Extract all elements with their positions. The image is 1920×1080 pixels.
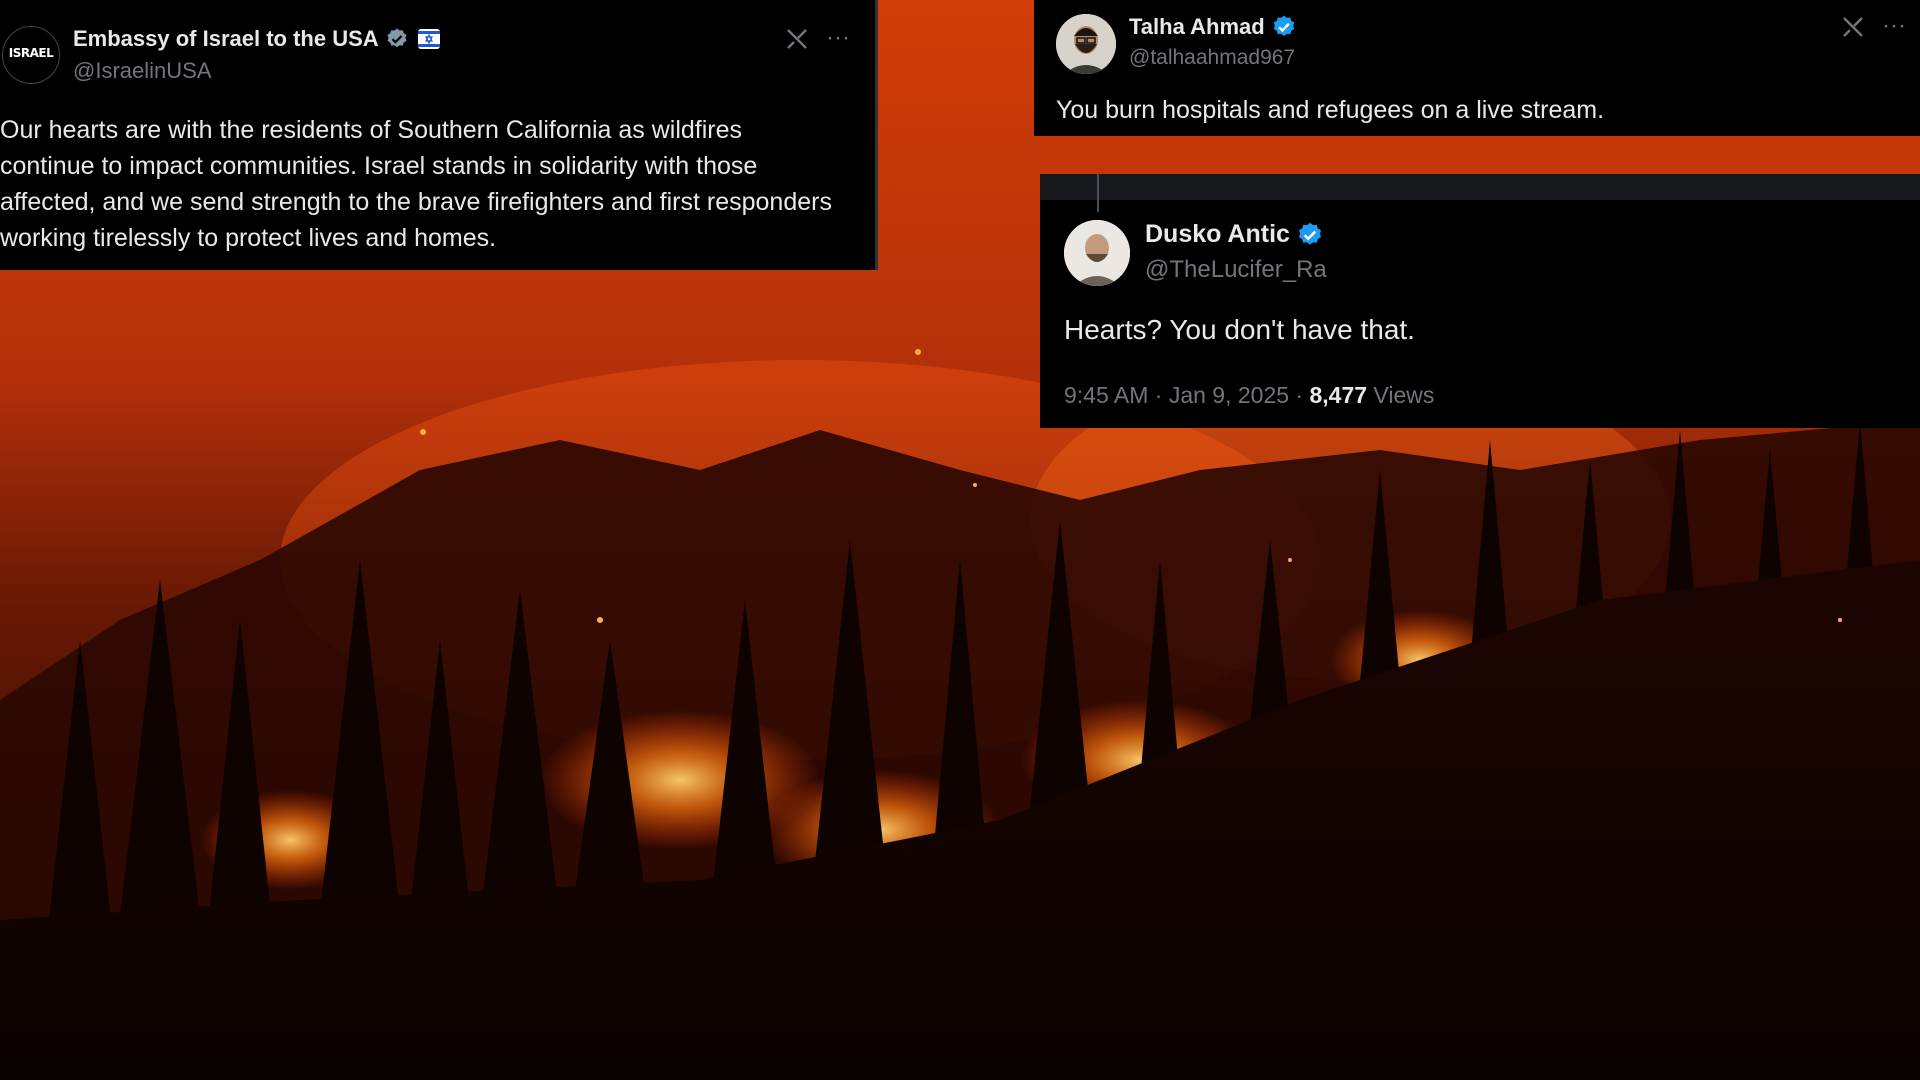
more-icon[interactable]: ···: [1882, 12, 1906, 40]
author-name[interactable]: Dusko Antic: [1145, 220, 1290, 249]
person-avatar-icon: [1056, 14, 1116, 74]
grok-icon[interactable]: [784, 26, 810, 52]
avatar[interactable]: ISRAEL: [2, 26, 60, 84]
tweet-text: You burn hospitals and refugees on a liv…: [1056, 96, 1605, 124]
israel-logo-text: ISRAEL: [8, 46, 54, 60]
author-handle[interactable]: @talhaahmad967: [1129, 46, 1295, 70]
more-icon[interactable]: ···: [826, 24, 850, 52]
author-name[interactable]: Talha Ahmad: [1129, 14, 1265, 40]
blue-verified-icon: [1298, 222, 1322, 245]
tweet-card-embassy: ISRAEL Embassy of Israel to the USA @Isr…: [0, 0, 878, 270]
israel-flag-badge-icon: [417, 29, 440, 49]
views-label: Views: [1367, 382, 1435, 408]
tweet-timestamp[interactable]: 9:45 AM · Jan 9, 2025 ·: [1064, 382, 1309, 408]
author-handle[interactable]: @IsraelinUSA: [73, 58, 212, 84]
person-avatar-icon: [1064, 220, 1130, 286]
thread-top-bar: [1040, 174, 1920, 200]
tweet-card-talha: Talha Ahmad @talhaahmad967 ··· You burn …: [1034, 0, 1920, 136]
view-count: 8,477: [1309, 382, 1368, 408]
avatar[interactable]: [1064, 220, 1130, 286]
tweet-meta: 9:45 AM · Jan 9, 2025 · 8,477 Views: [1064, 382, 1434, 409]
author-name[interactable]: Embassy of Israel to the USA: [73, 26, 379, 52]
author-handle[interactable]: @TheLucifer_Ra: [1145, 256, 1327, 284]
avatar[interactable]: [1056, 14, 1116, 74]
grok-icon[interactable]: [1840, 14, 1866, 40]
tweet-card-dusko: Dusko Antic @TheLucifer_Ra Hearts? You d…: [1040, 174, 1920, 428]
gray-verified-icon: [387, 28, 407, 48]
thread-connector-line: [1097, 174, 1099, 212]
blue-verified-icon: [1273, 15, 1294, 36]
tweet-text: Our hearts are with the residents of Sou…: [0, 116, 832, 252]
tweet-text: Hearts? You don't have that.: [1064, 314, 1415, 345]
